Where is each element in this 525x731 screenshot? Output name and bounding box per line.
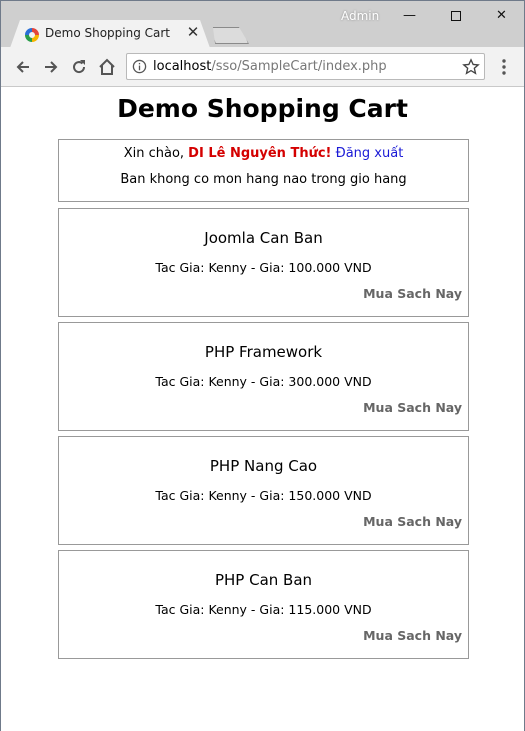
forward-arrow-icon[interactable] xyxy=(41,57,61,77)
product-info: Tac Gia: Kenny - Gia: 115.000 VND xyxy=(155,602,372,617)
buy-book-link[interactable]: Mua Sach Nay xyxy=(363,514,462,529)
bookmark-star-icon[interactable] xyxy=(462,58,480,76)
logout-link[interactable]: Đăng xuất xyxy=(336,146,404,161)
back-arrow-icon[interactable] xyxy=(13,57,33,77)
address-bar[interactable]: localhost/sso/SampleCart/index.php xyxy=(126,53,485,80)
tab-close-icon[interactable]: ✕ xyxy=(186,25,200,40)
browser-window: Demo Shopping Cart ✕ Admin — ✕ localhost… xyxy=(0,0,525,731)
product-card: PHP Can Ban Tac Gia: Kenny - Gia: 115.00… xyxy=(58,550,469,659)
url-path: /sso/SampleCart/index.php xyxy=(211,59,387,74)
minimize-button[interactable]: — xyxy=(387,1,432,31)
title-bar: Demo Shopping Cart ✕ Admin — ✕ xyxy=(1,1,524,48)
product-name: Joomla Can Ban xyxy=(204,229,323,247)
product-name: PHP Framework xyxy=(204,343,323,361)
user-name: DI Lê Nguyên Thức! xyxy=(188,146,332,161)
welcome-box: Xin chào, DI Lê Nguyên Thức! Đăng xuất B… xyxy=(58,139,469,202)
cart-empty-message: Ban khong co mon hang nao trong gio hang xyxy=(120,172,407,187)
page-title: Demo Shopping Cart xyxy=(117,94,408,123)
maximize-button[interactable] xyxy=(433,1,478,31)
product-card: Joomla Can Ban Tac Gia: Kenny - Gia: 100… xyxy=(58,208,469,317)
browser-toolbar: localhost/sso/SampleCart/index.php xyxy=(1,47,524,87)
buy-book-link[interactable]: Mua Sach Nay xyxy=(363,286,462,301)
product-card: PHP Nang Cao Tac Gia: Kenny - Gia: 150.0… xyxy=(58,436,469,545)
buy-book-link[interactable]: Mua Sach Nay xyxy=(363,400,462,415)
url-text[interactable]: localhost/sso/SampleCart/index.php xyxy=(153,59,387,74)
page-content: Demo Shopping Cart Xin chào, DI Lê Nguyê… xyxy=(1,88,524,731)
maximize-icon xyxy=(450,10,461,21)
info-icon[interactable] xyxy=(132,59,147,74)
product-name: PHP Can Ban xyxy=(214,571,313,589)
reload-icon[interactable] xyxy=(69,57,89,77)
home-icon[interactable] xyxy=(97,57,117,77)
welcome-line: Xin chào, DI Lê Nguyên Thức! Đăng xuất xyxy=(59,146,468,161)
url-host: localhost xyxy=(153,59,212,74)
product-name: PHP Nang Cao xyxy=(209,457,318,475)
buy-book-link[interactable]: Mua Sach Nay xyxy=(363,628,462,643)
favicon-icon xyxy=(25,28,39,42)
product-card: PHP Framework Tac Gia: Kenny - Gia: 300.… xyxy=(58,322,469,431)
browser-tab[interactable]: Demo Shopping Cart ✕ xyxy=(10,20,210,48)
browser-menu-icon[interactable] xyxy=(494,57,514,77)
new-tab-button[interactable] xyxy=(209,27,249,44)
tab-title: Demo Shopping Cart xyxy=(45,26,171,40)
greeting-text: Xin chào, xyxy=(123,146,185,161)
product-info: Tac Gia: Kenny - Gia: 150.000 VND xyxy=(155,488,372,503)
product-info: Tac Gia: Kenny - Gia: 300.000 VND xyxy=(155,374,372,389)
profile-name[interactable]: Admin xyxy=(341,9,379,23)
close-window-button[interactable]: ✕ xyxy=(479,1,524,31)
product-info: Tac Gia: Kenny - Gia: 100.000 VND xyxy=(155,260,372,275)
